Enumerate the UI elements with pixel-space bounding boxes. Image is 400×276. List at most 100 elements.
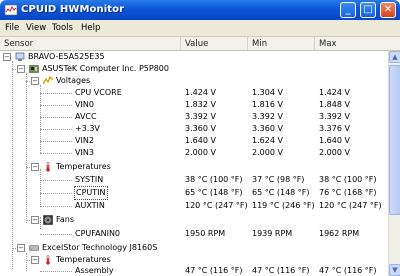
tree-node-hard-drive[interactable]: − ExcelStor Technology J8160S xyxy=(0,242,388,254)
tree-node-label: ExcelStor Technology J8160S xyxy=(42,243,158,252)
sensor-max: 1.424 V xyxy=(319,88,350,97)
tree-node-label: Voltages xyxy=(56,76,91,85)
sensor-row[interactable]: VIN3 2.000 V 2.000 V 2.000 V xyxy=(0,147,388,159)
sensor-max: 76 °C (168 °F) xyxy=(319,188,377,197)
column-header-max[interactable]: Max xyxy=(315,37,400,51)
thermometer-icon xyxy=(46,255,50,265)
column-header-value[interactable]: Value xyxy=(181,37,248,51)
sensor-min: 37 °C (98 °F) xyxy=(252,175,305,184)
tree-node-fans[interactable]: − Fans xyxy=(0,214,388,226)
sensor-row[interactable]: VIN0 1.832 V 1.816 V 1.848 V xyxy=(0,99,388,111)
menu-bar: File View Tools Help xyxy=(0,20,400,37)
sensor-min: 65 °C (148 °F) xyxy=(252,188,310,197)
tree-node-label: BRAVO-E5A525E35 xyxy=(28,52,105,61)
sensor-min: 1.816 V xyxy=(252,100,283,109)
sensor-name: AUXTIN xyxy=(75,201,105,210)
sensor-min: 3.392 V xyxy=(252,112,283,121)
sensor-max: 1.848 V xyxy=(319,100,350,109)
scrollbar-thumb[interactable] xyxy=(389,65,400,215)
collapse-toggle[interactable]: − xyxy=(31,77,39,85)
minimize-button[interactable]: _ xyxy=(340,2,356,18)
sensor-max: 1.640 V xyxy=(319,136,350,145)
scroll-up-arrow-icon[interactable]: ▲ xyxy=(389,51,400,63)
sensor-tree[interactable]: − BRAVO-E5A525E35 − ASUSTeK Computer Inc… xyxy=(0,51,388,276)
column-header: Sensor Value Min Max xyxy=(0,37,400,51)
sensor-min: 119 °C (246 °F) xyxy=(252,201,315,210)
voltage-icon xyxy=(43,76,53,85)
sensor-name: AVCC xyxy=(75,112,97,121)
sensor-row[interactable]: AVCC 3.392 V 3.392 V 3.392 V xyxy=(0,111,388,123)
collapse-toggle[interactable]: − xyxy=(17,244,25,252)
sensor-min: 3.360 V xyxy=(252,124,283,133)
sensor-max: 2.000 V xyxy=(319,148,350,157)
sensor-name: SYSTIN xyxy=(75,175,104,184)
sensor-min: 1.304 V xyxy=(252,88,283,97)
sensor-name: CPUTIN xyxy=(74,186,108,200)
menu-view[interactable]: View xyxy=(26,23,46,33)
menu-file[interactable]: File xyxy=(5,23,19,33)
menu-help[interactable]: Help xyxy=(81,23,100,33)
sensor-name: VIN0 xyxy=(75,100,94,109)
sensor-value: 3.360 V xyxy=(185,124,216,133)
sensor-row[interactable]: CPU VCORE 1.424 V 1.304 V 1.424 V xyxy=(0,87,388,99)
sensor-row[interactable]: CPUFANIN0 1950 RPM 1939 RPM 1962 RPM xyxy=(0,228,388,240)
sensor-value: 3.392 V xyxy=(185,112,216,121)
tree-node-label: Temperatures xyxy=(56,162,111,171)
computer-icon xyxy=(15,52,25,61)
sensor-name: VIN2 xyxy=(75,136,94,145)
sensor-row[interactable]: Assembly 47 °C (116 °F) 47 °C (116 °F) 4… xyxy=(0,265,388,276)
maximize-button[interactable]: □ xyxy=(360,2,376,18)
tree-node-temperatures[interactable]: − Temperatures xyxy=(0,161,388,173)
sensor-value: 120 °C (247 °F) xyxy=(185,201,248,210)
sensor-name: CPUFANIN0 xyxy=(75,229,121,238)
tree-node-label: Fans xyxy=(56,215,75,224)
tree-node-computer[interactable]: − BRAVO-E5A525E35 xyxy=(0,51,388,63)
sensor-max: 1962 RPM xyxy=(319,229,360,238)
sensor-value: 1950 RPM xyxy=(185,229,226,238)
window-title: CPUID HWMonitor xyxy=(21,4,125,15)
sensor-max: 3.392 V xyxy=(319,112,350,121)
fan-icon xyxy=(43,215,53,225)
thermometer-icon xyxy=(46,162,50,172)
column-header-sensor[interactable]: Sensor xyxy=(0,37,181,51)
sensor-value: 2.000 V xyxy=(185,148,216,157)
hard-drive-icon xyxy=(29,245,39,251)
sensor-row[interactable]: AUXTIN 120 °C (247 °F) 119 °C (246 °F) 1… xyxy=(0,200,388,212)
sensor-min: 1939 RPM xyxy=(252,229,293,238)
sensor-min: 1.624 V xyxy=(252,136,283,145)
sensor-max: 38 °C (100 °F) xyxy=(319,175,377,184)
sensor-name: CPU VCORE xyxy=(75,88,122,97)
collapse-toggle[interactable]: − xyxy=(31,163,39,171)
sensor-min: 47 °C (116 °F) xyxy=(252,266,310,275)
column-header-min[interactable]: Min xyxy=(248,37,315,51)
tree-node-voltages[interactable]: − Voltages xyxy=(0,75,388,87)
sensor-value: 1.640 V xyxy=(185,136,216,145)
sensor-row[interactable]: VIN2 1.640 V 1.624 V 1.640 V xyxy=(0,135,388,147)
vertical-scrollbar[interactable]: ▲ ▼ xyxy=(388,51,400,276)
sensor-name: +3.3V xyxy=(75,124,100,133)
motherboard-icon xyxy=(29,65,39,73)
menu-tools[interactable]: Tools xyxy=(52,23,73,33)
sensor-value: 65 °C (148 °F) xyxy=(185,188,243,197)
close-button[interactable]: ✕ xyxy=(380,2,396,18)
scroll-down-arrow-icon[interactable]: ▼ xyxy=(389,264,400,276)
sensor-min: 2.000 V xyxy=(252,148,283,157)
sensor-value: 1.832 V xyxy=(185,100,216,109)
sensor-row-selected[interactable]: CPUTIN 65 °C (148 °F) 65 °C (148 °F) 76 … xyxy=(0,186,388,200)
sensor-name: VIN3 xyxy=(75,148,94,157)
sensor-value: 38 °C (100 °F) xyxy=(185,175,243,184)
sensor-value: 47 °C (116 °F) xyxy=(185,266,243,275)
sensor-max: 3.376 V xyxy=(319,124,350,133)
collapse-toggle[interactable]: − xyxy=(3,53,11,61)
tree-node-motherboard[interactable]: − ASUSTeK Computer Inc. P5P800 xyxy=(0,63,388,75)
sensor-value: 1.424 V xyxy=(185,88,216,97)
sensor-row[interactable]: SYSTIN 38 °C (100 °F) 37 °C (98 °F) 38 °… xyxy=(0,174,388,186)
sensor-max: 120 °C (247 °F) xyxy=(319,201,382,210)
collapse-toggle[interactable]: − xyxy=(31,216,39,224)
title-bar[interactable]: CPUID HWMonitor _ □ ✕ xyxy=(0,0,400,20)
hwmonitor-app-icon xyxy=(4,4,18,16)
collapse-toggle[interactable]: − xyxy=(31,256,39,264)
sensor-row[interactable]: +3.3V 3.360 V 3.360 V 3.376 V xyxy=(0,123,388,135)
collapse-toggle[interactable]: − xyxy=(17,65,25,73)
sensor-max: 47 °C (116 °F) xyxy=(319,266,377,275)
